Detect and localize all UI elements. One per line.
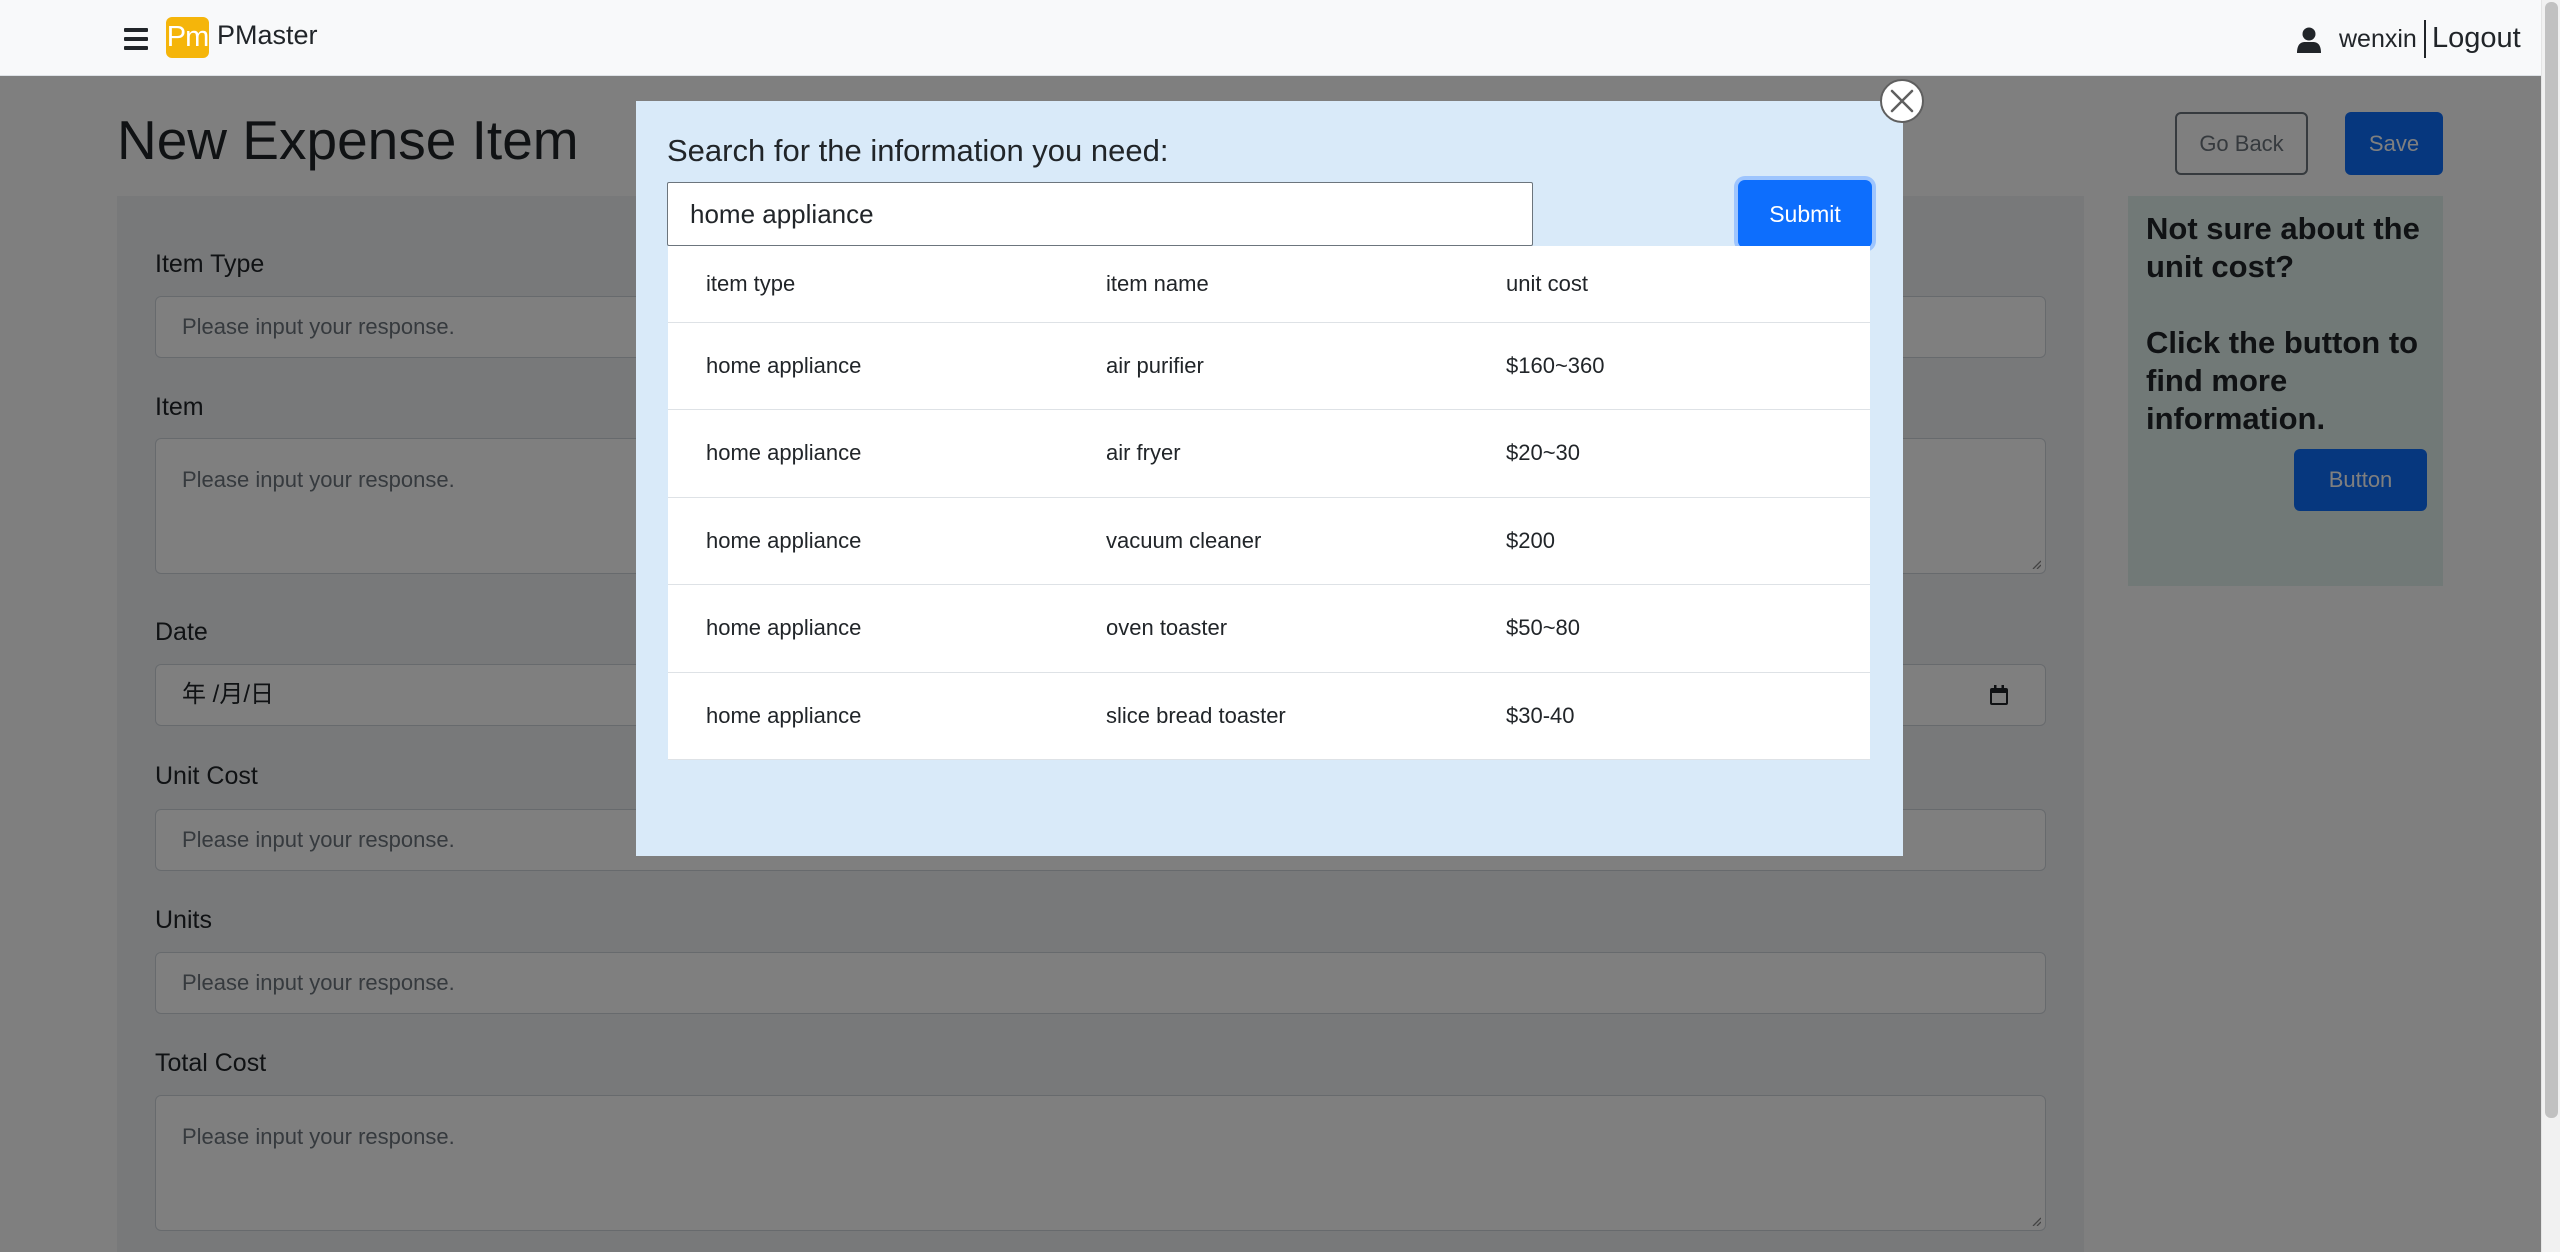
scrollbar-thumb[interactable] bbox=[2545, 2, 2558, 1118]
search-input[interactable]: home appliance bbox=[667, 182, 1533, 246]
cell-unit-cost: $30-40 bbox=[1468, 672, 1870, 760]
column-header-unit-cost: unit cost bbox=[1468, 246, 1870, 323]
search-modal: Search for the information you need: hom… bbox=[636, 101, 1903, 856]
table-row[interactable]: home appliance slice bread toaster $30-4… bbox=[668, 672, 1870, 760]
submit-button[interactable]: Submit bbox=[1738, 180, 1872, 248]
user-icon bbox=[2297, 27, 2321, 53]
table-row[interactable]: home appliance vacuum cleaner $200 bbox=[668, 497, 1870, 585]
cell-item-name: oven toaster bbox=[1068, 584, 1468, 673]
top-navbar: Pm PMaster wenxin Logout bbox=[0, 0, 2541, 76]
cell-unit-cost: $20~30 bbox=[1468, 409, 1870, 498]
table-row[interactable]: home appliance oven toaster $50~80 bbox=[668, 584, 1870, 673]
cell-unit-cost: $160~360 bbox=[1468, 322, 1870, 410]
brand-logo[interactable]: Pm bbox=[166, 17, 209, 58]
logout-link[interactable]: Logout bbox=[2432, 22, 2521, 55]
cell-unit-cost: $200 bbox=[1468, 497, 1870, 585]
cell-item-type: home appliance bbox=[668, 584, 1068, 673]
table-row[interactable]: home appliance air fryer $20~30 bbox=[668, 409, 1870, 498]
cell-item-type: home appliance bbox=[668, 409, 1068, 498]
modal-heading: Search for the information you need: bbox=[667, 133, 1169, 168]
page-scrollbar[interactable] bbox=[2541, 0, 2560, 1252]
navbar-divider bbox=[2424, 20, 2426, 58]
cell-unit-cost: $50~80 bbox=[1468, 584, 1870, 673]
cell-item-type: home appliance bbox=[668, 322, 1068, 410]
cell-item-name: vacuum cleaner bbox=[1068, 497, 1468, 585]
hamburger-menu-icon[interactable] bbox=[124, 28, 148, 50]
cell-item-type: home appliance bbox=[668, 497, 1068, 585]
brand-name[interactable]: PMaster bbox=[217, 20, 318, 51]
column-header-item-name: item name bbox=[1068, 246, 1468, 323]
table-header-row: item type item name unit cost bbox=[668, 246, 1870, 323]
column-header-item-type: item type bbox=[668, 246, 1068, 323]
cell-item-name: slice bread toaster bbox=[1068, 672, 1468, 760]
cell-item-name: air purifier bbox=[1068, 322, 1468, 410]
table-row[interactable]: home appliance air purifier $160~360 bbox=[668, 322, 1870, 410]
results-table: item type item name unit cost home appli… bbox=[668, 246, 1870, 760]
modal-close-button[interactable] bbox=[1880, 79, 1924, 123]
cell-item-type: home appliance bbox=[668, 672, 1068, 760]
user-name: wenxin bbox=[2339, 25, 2417, 53]
close-icon bbox=[1890, 89, 1914, 113]
cell-item-name: air fryer bbox=[1068, 409, 1468, 498]
